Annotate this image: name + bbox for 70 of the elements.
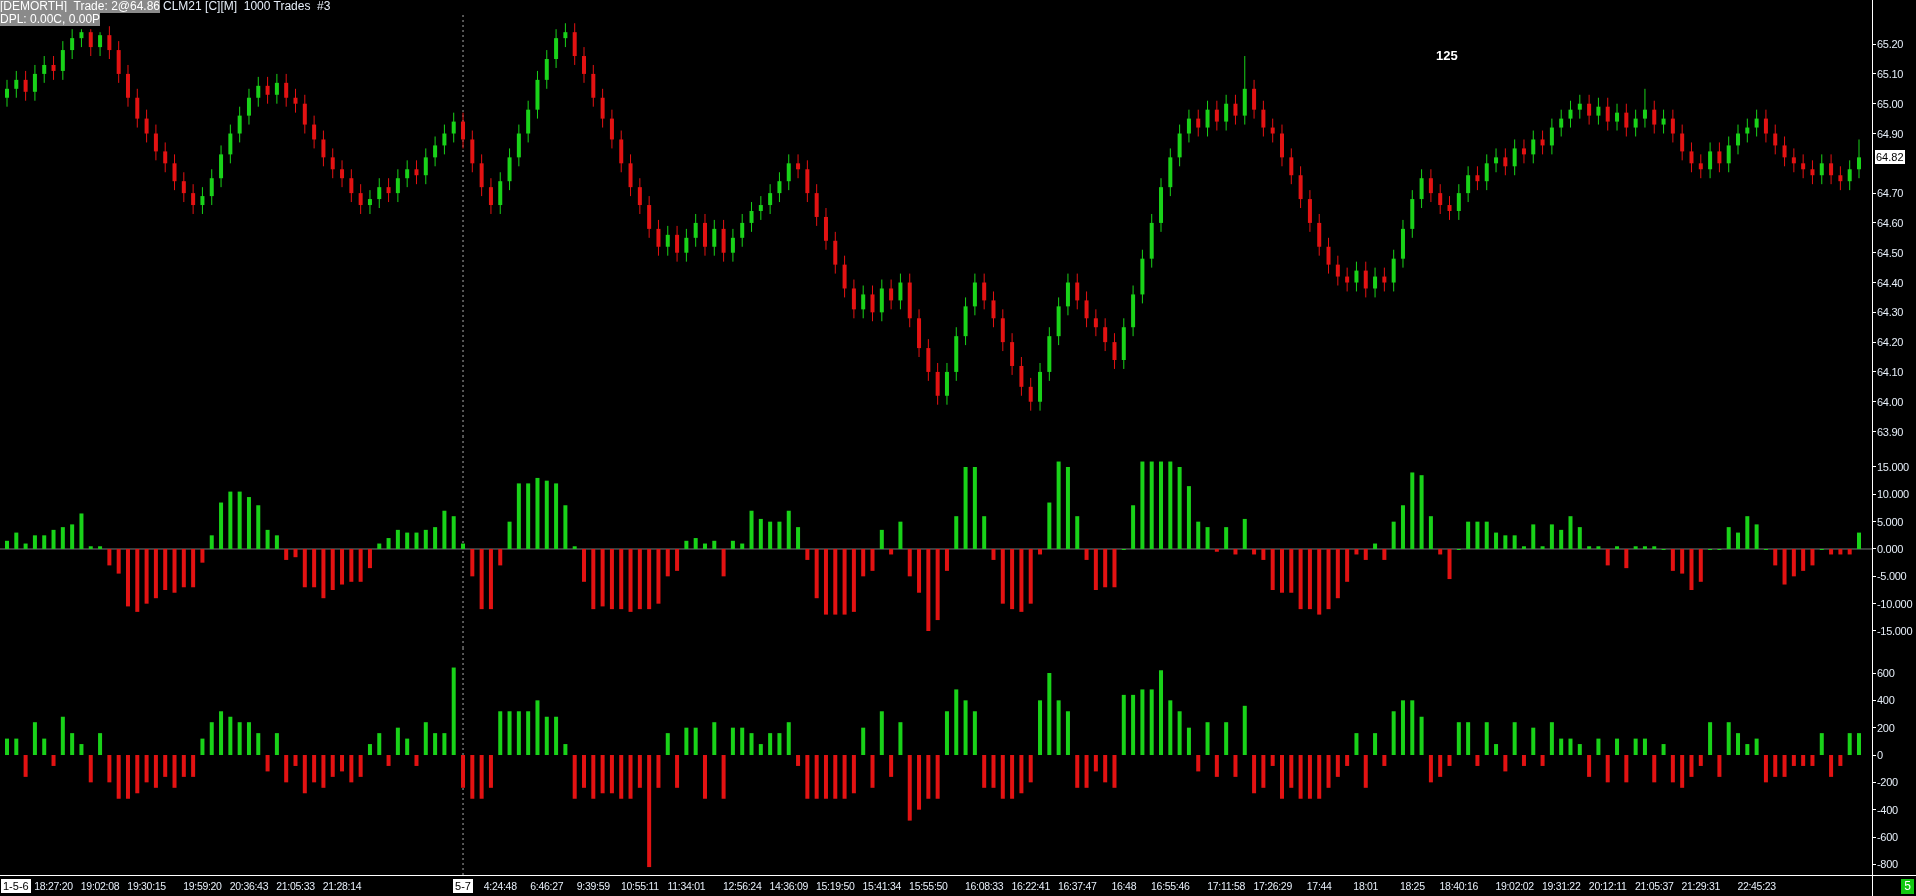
price-axis-label: 64.30: [1877, 306, 1904, 319]
time-axis-label: 21:05:33: [276, 879, 315, 893]
time-axis-label: 20:12:11: [1588, 879, 1627, 893]
price-axis-label: 65.20: [1877, 38, 1904, 51]
time-axis-label: 14:36:09: [769, 879, 808, 893]
time-axis-label: 16:22:41: [1011, 879, 1050, 893]
time-axis-label: 16:08:33: [964, 879, 1004, 893]
time-axis-label: 17:44: [1306, 879, 1332, 893]
price-axis-label: 64.70: [1877, 187, 1904, 200]
volume-axis-label: -400: [1877, 803, 1898, 816]
chart-title: CLM21 [C][M] 1000 Trades #3: [163, 0, 331, 13]
time-axis-label: 12:56:24: [722, 879, 762, 893]
volume-axis-label: -600: [1877, 831, 1898, 843]
time-axis-label: 4:24:48: [483, 879, 517, 893]
time-axis-label: 18:27:20: [34, 879, 73, 893]
delta-axis-label: -5.000: [1877, 570, 1907, 583]
delta-axis-label: 10.000: [1877, 488, 1909, 501]
price-axis-label: 63.90: [1877, 425, 1904, 438]
time-axis-label: 18:01: [1353, 879, 1379, 893]
volume-axis-label: -800: [1877, 858, 1898, 871]
time-axis-label: 20:36:43: [229, 879, 269, 893]
price-axis-label: 64.90: [1877, 127, 1904, 140]
time-axis-label: 10:55:11: [621, 879, 659, 893]
price-axis-label: 64.50: [1877, 246, 1904, 259]
bar-counter: 125: [1436, 48, 1458, 63]
price-axis-label: 65.10: [1877, 67, 1904, 80]
dpl-info: DPL: 0.00C, 0.00P: [0, 12, 101, 26]
time-axis-label: 19:02:02: [1495, 879, 1534, 893]
time-axis-label: 22:45:23: [1737, 879, 1776, 893]
time-axis-label: 21:28:14: [322, 879, 362, 893]
time-axis-label: 15:41:34: [862, 879, 902, 893]
time-axis-label: 19:31:22: [1541, 879, 1581, 893]
time-axis-label: 17:11:58: [1207, 879, 1245, 893]
price-axis-label: 64.10: [1877, 365, 1904, 378]
volume-axis-label: -200: [1877, 776, 1898, 789]
price-axis-label: 64.60: [1877, 216, 1904, 229]
time-axis-label: 19:59:20: [183, 879, 222, 893]
time-axis-label: 21:05:37: [1635, 879, 1674, 893]
time-axis-label: 16:55:46: [1151, 879, 1190, 893]
time-axis-label: 18:25: [1399, 879, 1425, 893]
time-axis-label: 17:26:29: [1253, 879, 1292, 893]
time-axis-label: 9:39:59: [576, 879, 610, 893]
date-marker: 5-7: [453, 879, 473, 893]
volume-axis-label: 600: [1877, 667, 1895, 679]
delta-axis-label: 0.000: [1877, 543, 1904, 555]
trade-info: [DEMORTH] Trade: 2@64.86: [0, 0, 161, 13]
price-axis-label: 65.00: [1877, 97, 1904, 110]
delta-axis-label: 5.000: [1877, 515, 1904, 528]
time-axis-label: 11:34:01: [667, 879, 706, 893]
time-axis-label: 16:37:47: [1058, 879, 1097, 893]
volume-axis-label: 200: [1877, 721, 1895, 734]
price-axis-label: 64.00: [1877, 395, 1904, 408]
date-marker: 1-5-6: [1, 879, 31, 893]
time-axis-label: 15:55:50: [909, 879, 948, 893]
volume-axis-label: 400: [1877, 694, 1895, 707]
time-axis-label: 15:19:50: [816, 879, 855, 893]
delta-axis-label: -15.000: [1877, 625, 1913, 637]
status-badge: 5: [1901, 879, 1914, 894]
price-axis-label: 64.20: [1877, 336, 1904, 349]
time-axis-label: 21:29:31: [1681, 879, 1720, 893]
delta-axis-label: -10.000: [1877, 597, 1913, 610]
current-price-marker: 64.82: [1875, 150, 1905, 165]
time-axis-label: 19:02:08: [80, 879, 120, 893]
delta-axis-label: 15.000: [1877, 461, 1909, 473]
price-axis-label: 64.40: [1877, 276, 1904, 289]
time-axis-label: 16:48: [1111, 879, 1137, 893]
volume-axis-label: 0: [1877, 749, 1883, 761]
time-axis-label: 6:46:27: [530, 879, 564, 893]
time-axis-label: 18:40:16: [1439, 879, 1479, 893]
time-axis-label: 19:30:15: [127, 879, 166, 893]
